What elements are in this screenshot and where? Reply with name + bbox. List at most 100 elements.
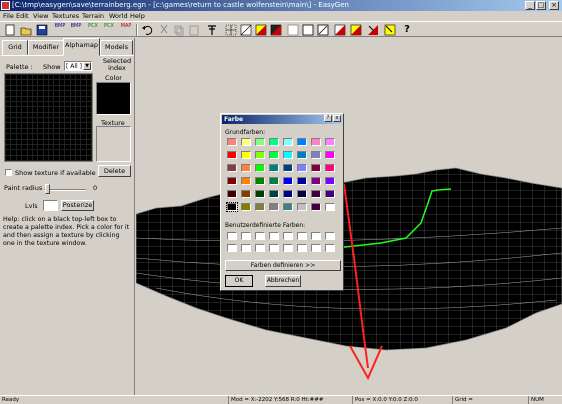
palette-cell[interactable] xyxy=(69,106,76,113)
grid-select-icon[interactable] xyxy=(224,23,238,37)
palette-cell[interactable] xyxy=(21,138,28,145)
shaded-icon[interactable] xyxy=(269,23,283,37)
palette-cell[interactable] xyxy=(64,100,71,108)
palette-cell[interactable] xyxy=(10,84,17,92)
palette-cell[interactable] xyxy=(80,106,87,113)
open-folder-icon[interactable] xyxy=(19,23,33,37)
custom-color-swatch[interactable] xyxy=(311,232,321,240)
palette-cell[interactable] xyxy=(85,122,93,129)
palette-cell[interactable] xyxy=(58,138,66,145)
palette-cell[interactable] xyxy=(10,133,17,140)
basic-color-swatch[interactable] xyxy=(269,138,279,146)
color-fill-icon[interactable] xyxy=(254,23,268,37)
palette-cell[interactable] xyxy=(74,138,82,145)
palette-cell[interactable] xyxy=(42,122,50,129)
palette-cell[interactable] xyxy=(64,106,71,113)
palette-cell[interactable] xyxy=(42,133,50,140)
palette-cell[interactable] xyxy=(69,95,76,102)
palette-cell[interactable] xyxy=(26,73,33,81)
palette-cell[interactable] xyxy=(74,143,82,151)
palette-cell[interactable] xyxy=(42,100,50,108)
palette-cell[interactable] xyxy=(42,73,50,81)
palette-cell[interactable] xyxy=(80,154,87,162)
palette-cell[interactable] xyxy=(85,116,93,124)
palette-cell[interactable] xyxy=(53,154,60,162)
basic-color-swatch[interactable] xyxy=(255,177,265,185)
menu-file[interactable]: File xyxy=(3,11,14,21)
palette-cell[interactable] xyxy=(69,127,76,135)
basic-color-swatch[interactable] xyxy=(241,164,251,172)
palette-cell[interactable] xyxy=(69,149,76,156)
palette-cell[interactable] xyxy=(42,95,50,102)
palette-cell[interactable] xyxy=(74,127,82,135)
tab-models[interactable]: Models xyxy=(100,40,133,55)
palette-cell[interactable] xyxy=(37,73,44,81)
palette-cell[interactable] xyxy=(37,154,44,162)
ok-button[interactable]: OK xyxy=(225,275,253,287)
undo-icon[interactable] xyxy=(140,23,154,37)
palette-cell[interactable] xyxy=(74,154,82,162)
palette-cell[interactable] xyxy=(64,73,71,81)
palette-cell[interactable] xyxy=(42,79,50,86)
palette-cell[interactable] xyxy=(37,149,44,156)
basic-color-swatch[interactable] xyxy=(241,203,251,211)
tab-alphamap[interactable]: Alphamap xyxy=(63,38,100,56)
palette-cell[interactable] xyxy=(15,95,23,102)
basic-color-swatch[interactable] xyxy=(311,164,321,172)
palette-cell[interactable] xyxy=(21,111,28,119)
dialog-help-button[interactable]: ? xyxy=(324,115,332,122)
palette-cell[interactable] xyxy=(80,143,87,151)
palette-cell[interactable] xyxy=(69,143,76,151)
basic-color-swatch[interactable] xyxy=(269,164,279,172)
palette-cell[interactable] xyxy=(80,73,87,81)
basic-color-swatch[interactable] xyxy=(283,203,293,211)
palette-cell[interactable] xyxy=(10,149,17,156)
palette-cell[interactable] xyxy=(74,111,82,119)
basic-color-swatch[interactable] xyxy=(311,138,321,146)
palette-cell[interactable] xyxy=(69,133,76,140)
delete-button[interactable]: Delete xyxy=(98,165,131,177)
palette-cell[interactable] xyxy=(42,127,50,135)
palette-cell[interactable] xyxy=(64,127,71,135)
palette-cell[interactable] xyxy=(10,90,17,97)
palette-cell[interactable] xyxy=(4,138,12,145)
basic-color-swatch[interactable] xyxy=(227,138,237,146)
palette-cell[interactable] xyxy=(64,122,71,129)
palette-cell[interactable] xyxy=(85,149,93,156)
palette-cell[interactable] xyxy=(26,79,33,86)
palette-cell[interactable] xyxy=(64,143,71,151)
palette-cell[interactable] xyxy=(4,149,12,156)
palette-cell[interactable] xyxy=(21,143,28,151)
palette-cell[interactable] xyxy=(69,138,76,145)
palette-cell[interactable] xyxy=(4,106,12,113)
palette-cell[interactable] xyxy=(21,84,28,92)
basic-color-swatch[interactable] xyxy=(255,164,265,172)
palette-cell[interactable] xyxy=(58,106,66,113)
palette-cell[interactable] xyxy=(69,100,76,108)
palette-cell[interactable] xyxy=(10,73,17,81)
help-icon[interactable]: ? xyxy=(400,23,414,37)
palette-cell[interactable] xyxy=(53,100,60,108)
basic-color-swatch[interactable] xyxy=(226,202,238,212)
basic-color-swatch[interactable] xyxy=(311,190,321,198)
palette-cell[interactable] xyxy=(4,116,12,124)
alpha-brush-icon[interactable] xyxy=(366,23,380,37)
palette-cell[interactable] xyxy=(26,154,33,162)
basic-color-swatch[interactable] xyxy=(297,190,307,198)
show-select[interactable]: [ All ] ▼ xyxy=(64,61,92,71)
palette-cell[interactable] xyxy=(42,143,50,151)
palette-cell[interactable] xyxy=(4,95,12,102)
palette-cell[interactable] xyxy=(15,143,23,151)
save-icon[interactable] xyxy=(35,23,49,37)
posterize-button[interactable]: Posterize xyxy=(61,200,94,211)
palette-cell[interactable] xyxy=(10,79,17,86)
tab-grid[interactable]: Grid xyxy=(2,40,28,55)
palette-cell[interactable] xyxy=(21,116,28,124)
basic-color-swatch[interactable] xyxy=(297,177,307,185)
view-box-icon[interactable] xyxy=(286,23,300,37)
paint-icon[interactable] xyxy=(333,23,347,37)
palette-cell[interactable] xyxy=(85,95,93,102)
basic-color-swatch[interactable] xyxy=(255,151,265,159)
cut-icon[interactable] xyxy=(157,23,171,37)
palette-cell[interactable] xyxy=(74,84,82,92)
